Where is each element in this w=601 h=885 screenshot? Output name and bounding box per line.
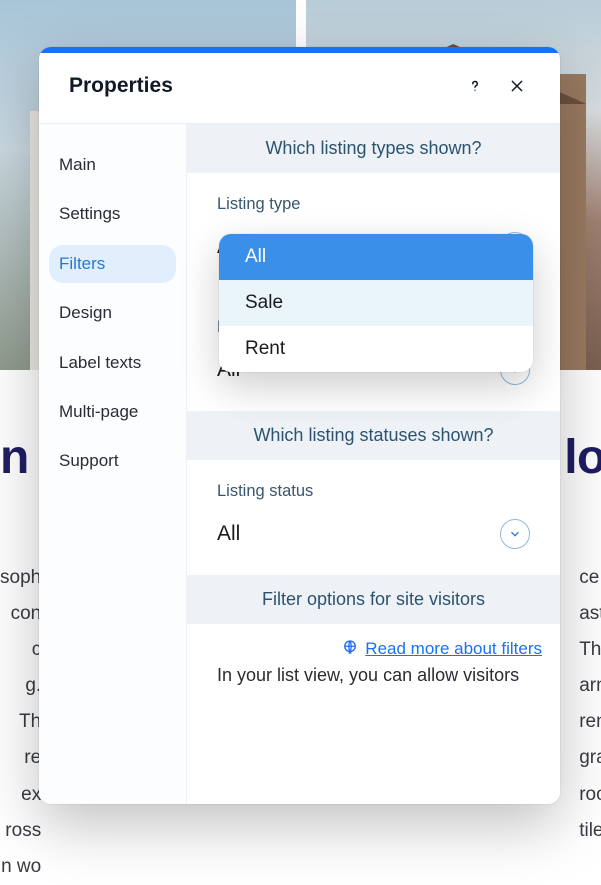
- dropdown-option-sale[interactable]: Sale: [219, 280, 533, 326]
- read-more-link[interactable]: Read more about filters: [365, 639, 542, 658]
- listing-status-value: All: [217, 522, 240, 546]
- section-heading-listing-types: Which listing types shown?: [187, 124, 560, 173]
- chevron-down-icon: [500, 519, 530, 549]
- bg-heading-right: los: [564, 431, 601, 484]
- sidebar-item-label-texts[interactable]: Label texts: [49, 344, 176, 382]
- sidebar-item-settings[interactable]: Settings: [49, 195, 176, 233]
- section-heading-listing-statuses: Which listing statuses shown?: [187, 411, 560, 460]
- modal-title: Properties: [69, 74, 460, 98]
- dropdown-option-rent[interactable]: Rent: [219, 326, 533, 372]
- modal-sidebar: Main Settings Filters Design Label texts…: [39, 124, 187, 804]
- dropdown-option-all[interactable]: All: [219, 234, 533, 280]
- listing-status-select[interactable]: All: [217, 519, 530, 549]
- sidebar-item-design[interactable]: Design: [49, 294, 176, 332]
- modal-content: Which listing types shown? Listing type …: [187, 124, 560, 804]
- close-icon[interactable]: [502, 71, 532, 101]
- sidebar-item-multi-page[interactable]: Multi-page: [49, 393, 176, 431]
- sidebar-item-main[interactable]: Main: [49, 146, 176, 184]
- sidebar-item-support[interactable]: Support: [49, 442, 176, 480]
- globe-icon: [341, 638, 359, 661]
- readmore-row: Read more about filters: [187, 624, 560, 665]
- properties-modal: Properties Main Settings Filters Design …: [39, 47, 560, 804]
- listing-type-label: Listing type: [217, 195, 530, 214]
- sidebar-item-filters[interactable]: Filters: [49, 245, 176, 283]
- section-body-listing-statuses: Listing status All: [187, 460, 560, 575]
- listing-type-dropdown[interactable]: All Sale Rent: [219, 234, 533, 372]
- section-heading-filter-options: Filter options for site visitors: [187, 575, 560, 624]
- help-icon[interactable]: [460, 71, 490, 101]
- filter-options-note: In your list view, you can allow visitor…: [187, 665, 560, 686]
- listing-status-label: Listing status: [217, 482, 530, 501]
- modal-header: Properties: [39, 53, 560, 124]
